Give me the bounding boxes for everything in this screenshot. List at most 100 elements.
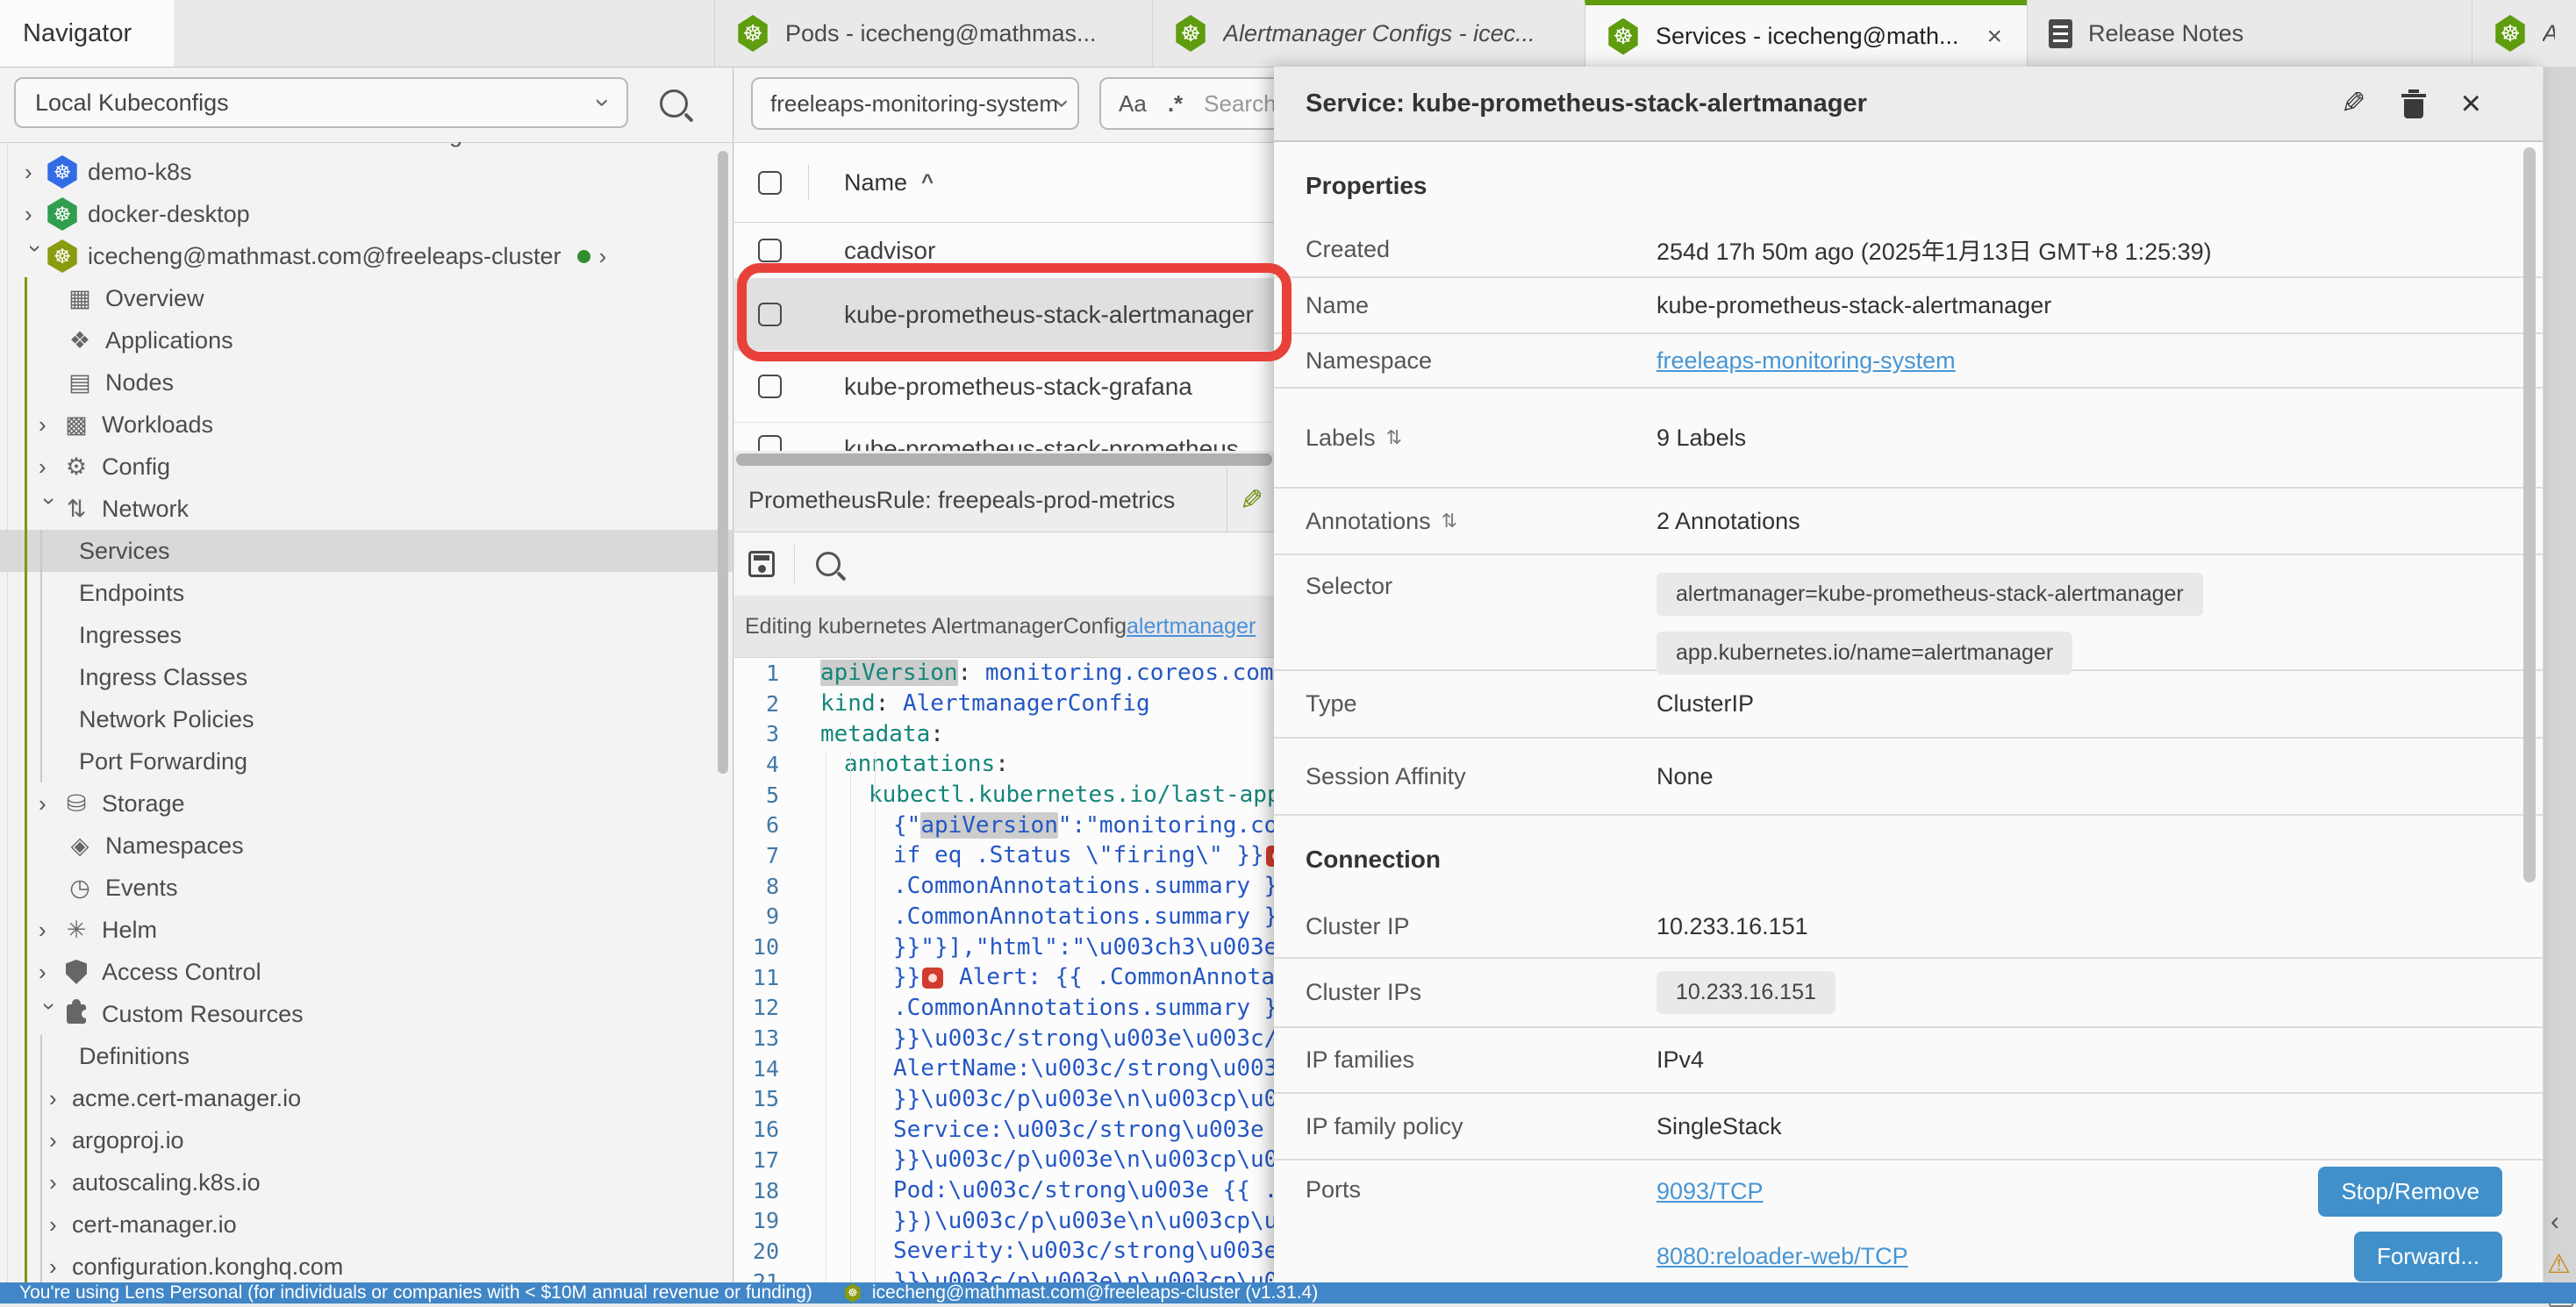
chevron-right-icon[interactable]: › bbox=[25, 203, 47, 225]
sidebar-item-services[interactable]: Services bbox=[0, 530, 733, 572]
collapse-arrow-icon[interactable]: ‹ bbox=[2551, 1207, 2559, 1237]
match-case-button[interactable]: Aa bbox=[1119, 90, 1147, 118]
port-link[interactable]: 9093/TCP bbox=[1657, 1178, 1764, 1205]
search-icon[interactable] bbox=[660, 89, 688, 118]
yaml-editor[interactable]: 1apiVersion: monitoring.coreos.com/v12ki… bbox=[734, 658, 1274, 1286]
sidebar-item-network[interactable]: ›⇅Network bbox=[0, 488, 733, 530]
code-line-1[interactable]: 1apiVersion: monitoring.coreos.com/v1 bbox=[734, 658, 1274, 689]
chevron-right-icon[interactable]: › bbox=[599, 245, 622, 268]
chevron-right-icon[interactable]: › bbox=[49, 1129, 72, 1152]
sort-toggle-icon[interactable]: ⇅ bbox=[1442, 510, 1457, 532]
chevron-right-icon[interactable]: › bbox=[39, 455, 61, 478]
chevron-right-icon[interactable]: › bbox=[39, 918, 61, 941]
port-action-button[interactable]: Forward... bbox=[2354, 1232, 2502, 1282]
row-checkbox[interactable] bbox=[758, 435, 782, 451]
code-line-3[interactable]: 3metadata: bbox=[734, 718, 1274, 749]
code-line-18[interactable]: 18Pod:\u003c/strong\u003e {{ .Co bbox=[734, 1175, 1274, 1206]
chevron-right-icon[interactable]: › bbox=[25, 161, 47, 183]
sidebar-item-applications[interactable]: ❖Applications bbox=[0, 319, 733, 361]
tab-pods-icecheng-mathmas-[interactable]: ☸Pods - icecheng@mathmas... bbox=[714, 0, 1152, 67]
port-link[interactable]: 8080:reloader-web/TCP bbox=[1657, 1243, 1908, 1270]
horizontal-scrollbar[interactable] bbox=[734, 451, 1274, 468]
code-line-10[interactable]: 10}}"}],"html":"\u003ch3\u003e\u bbox=[734, 932, 1274, 962]
sidebar-item-argoproj-io[interactable]: ›argoproj.io bbox=[0, 1119, 733, 1161]
tab-services-icecheng-math-[interactable]: ☸Services - icecheng@math...× bbox=[1585, 0, 2027, 68]
sidebar-item-cert-manager-io[interactable]: ›cert-manager.io bbox=[0, 1203, 733, 1246]
chevron-down-icon[interactable]: › bbox=[25, 245, 47, 268]
sidebar-item-port-forwarding[interactable]: Port Forwarding bbox=[0, 740, 733, 782]
edit-icon[interactable]: ✎ bbox=[2341, 86, 2366, 121]
table-row-kube-prometheus-stack-alertmanager[interactable]: kube-prometheus-stack-alertmanager bbox=[734, 279, 1274, 351]
code-line-5[interactable]: 5kubectl.kubernetes.io/last-appli bbox=[734, 780, 1274, 811]
tab-release-notes[interactable]: Release Notes bbox=[2027, 0, 2472, 67]
code-line-7[interactable]: 7if eq .Status \"firing\" }} bbox=[734, 840, 1274, 871]
namespace-link[interactable]: freeleaps-monitoring-system bbox=[1657, 347, 1956, 375]
code-line-8[interactable]: 8.CommonAnnotations.summary }} bbox=[734, 871, 1274, 902]
sidebar-item-endpoints[interactable]: Endpoints bbox=[0, 572, 733, 614]
sidebar-item-definitions[interactable]: Definitions bbox=[0, 1035, 733, 1077]
code-line-2[interactable]: 2kind: AlertmanagerConfig bbox=[734, 689, 1274, 719]
sort-toggle-icon[interactable]: ⇅ bbox=[1386, 426, 1402, 449]
sidebar-scrollbar[interactable] bbox=[718, 151, 728, 774]
chevron-right-icon[interactable]: › bbox=[39, 413, 61, 436]
table-row-cadvisor[interactable]: cadvisor bbox=[734, 223, 1274, 279]
code-line-14[interactable]: 14AlertName:\u003c/strong\u003e bbox=[734, 1053, 1274, 1084]
code-line-20[interactable]: 20Severity:\u003c/strong\u003e bbox=[734, 1236, 1274, 1267]
tab-close-icon[interactable]: × bbox=[1983, 22, 2006, 52]
editor-search-icon[interactable] bbox=[816, 552, 841, 576]
chevron-right-icon[interactable]: › bbox=[49, 1087, 72, 1110]
row-checkbox[interactable] bbox=[758, 303, 782, 326]
sidebar-item-configuration-konghq-com[interactable]: ›configuration.konghq.com bbox=[0, 1246, 733, 1282]
horizontal-scrollbar-thumb[interactable] bbox=[736, 454, 1272, 466]
table-row-kube-prometheus-stack-grafana[interactable]: kube-prometheus-stack-grafana bbox=[734, 351, 1274, 423]
sidebar-item-ingress-classes[interactable]: Ingress Classes bbox=[0, 656, 733, 698]
tab-alertmanager-configs-icec-[interactable]: ☸Alertmanager Configs - icec... bbox=[1152, 0, 1585, 67]
close-icon[interactable]: × bbox=[2461, 86, 2481, 121]
panel-scrollbar[interactable] bbox=[2523, 147, 2536, 882]
code-line-4[interactable]: 4annotations: bbox=[734, 749, 1274, 780]
column-header-name[interactable]: Name ^ bbox=[844, 169, 934, 196]
row-checkbox[interactable] bbox=[758, 239, 782, 262]
chevron-right-icon[interactable]: › bbox=[49, 1171, 72, 1194]
sidebar-item-workloads[interactable]: ›▩Workloads bbox=[0, 404, 733, 446]
chevron-right-icon[interactable]: › bbox=[39, 961, 61, 983]
sidebar-item-events[interactable]: ◷Events bbox=[0, 867, 733, 909]
regex-button[interactable]: .* bbox=[1168, 90, 1183, 118]
sidebar-item-demo-k8s[interactable]: ›☸demo-k8s bbox=[0, 151, 733, 193]
code-line-15[interactable]: 15}}\u003c/p\u003e\n\u003cp\u003 bbox=[734, 1084, 1274, 1115]
code-line-17[interactable]: 17}}\u003c/p\u003e\n\u003cp\u003 bbox=[734, 1145, 1274, 1175]
save-icon[interactable] bbox=[748, 551, 775, 577]
code-line-11[interactable]: 11}} Alert: {{ .CommonAnnotati bbox=[734, 962, 1274, 993]
chevron-down-icon[interactable]: › bbox=[39, 1003, 61, 1025]
row-checkbox[interactable] bbox=[758, 375, 782, 398]
sidebar-item-docker-desktop[interactable]: ›☸docker-desktop bbox=[0, 193, 733, 235]
chevron-right-icon[interactable]: › bbox=[49, 1213, 72, 1236]
sidebar-item-config[interactable]: ›⚙Config bbox=[0, 446, 733, 488]
code-line-6[interactable]: 6{"apiVersion":"monitoring.core bbox=[734, 810, 1274, 840]
active-cluster-text[interactable]: icecheng@mathmast.com@freeleaps-cluster … bbox=[872, 1282, 1318, 1303]
chevron-down-icon[interactable]: › bbox=[39, 497, 61, 520]
code-line-12[interactable]: 12.CommonAnnotations.summary }} bbox=[734, 993, 1274, 1024]
select-all-checkbox[interactable] bbox=[758, 171, 782, 195]
sidebar-item-custom-resources[interactable]: ›Custom Resources bbox=[0, 993, 733, 1035]
tab-a[interactable]: ☸A bbox=[2472, 0, 2576, 67]
delete-icon[interactable] bbox=[2401, 89, 2426, 118]
kubeconfig-select[interactable]: Local Kubeconfigs › bbox=[14, 77, 628, 128]
namespace-select[interactable]: freeleaps-monitoring-system › bbox=[751, 77, 1079, 130]
port-action-button[interactable]: Stop/Remove bbox=[2318, 1167, 2502, 1217]
code-line-9[interactable]: 9.CommonAnnotations.summary }} bbox=[734, 902, 1274, 932]
edit-resource-icon[interactable]: ✎ bbox=[1240, 483, 1263, 517]
chevron-right-icon[interactable]: › bbox=[39, 792, 61, 815]
sidebar-item-access-control[interactable]: ›Access Control bbox=[0, 951, 733, 993]
sidebar-item-helm[interactable]: ›✳Helm bbox=[0, 909, 733, 951]
sidebar-item-nodes[interactable]: ▤Nodes bbox=[0, 361, 733, 404]
code-line-19[interactable]: 19}})\u003c/p\u003e\n\u003cp\u00 bbox=[734, 1205, 1274, 1236]
sidebar-item-icecheng-mathmast-com-freeleaps-cluster[interactable]: ›☸icecheng@mathmast.com@freeleaps-cluste… bbox=[0, 235, 733, 277]
table-row-kube-prometheus-stack-prometheus[interactable]: kube-prometheus-stack-prometheus bbox=[734, 423, 1274, 451]
editing-resource-link[interactable]: alertmanager bbox=[1127, 614, 1256, 639]
sidebar-item-network-policies[interactable]: Network Policies bbox=[0, 698, 733, 740]
resource-tab-title[interactable]: PrometheusRule: freepeals-prod-metrics bbox=[748, 487, 1175, 514]
code-line-13[interactable]: 13}}\u003c/strong\u003e\u003c/h3 bbox=[734, 1023, 1274, 1053]
sidebar-item-namespaces[interactable]: ◈Namespaces bbox=[0, 825, 733, 867]
sidebar-item-acme-cert-manager-io[interactable]: ›acme.cert-manager.io bbox=[0, 1077, 733, 1119]
